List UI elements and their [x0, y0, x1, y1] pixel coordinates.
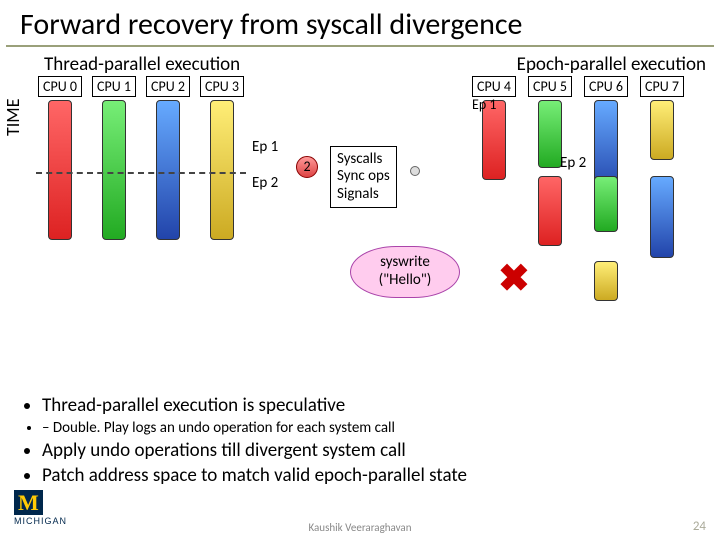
footer-author: Kaushik Veeraraghavan — [0, 521, 720, 534]
cpu7: CPU 7 — [640, 76, 684, 97]
slide-title: Forward recovery from syscall divergence — [6, 0, 714, 47]
bar — [210, 100, 234, 240]
bullet-1: Thread-parallel execution is speculative — [42, 394, 467, 417]
cpu5: CPU 5 — [528, 76, 572, 97]
bar — [594, 261, 618, 301]
bullet-3: Patch address space to match valid epoch… — [42, 464, 467, 487]
event-circle: 2 — [296, 156, 318, 178]
epoch-divider — [36, 172, 246, 174]
cpu2: CPU 2 — [146, 76, 190, 97]
bar — [48, 100, 72, 240]
sig-l1: Syscalls — [337, 151, 390, 168]
diagram: TIME CPU 0 CPU 1 CPU 2 CPU 3 CPU 4 CPU 5… — [0, 76, 720, 356]
section-labels: Thread-parallel execution Epoch-parallel… — [0, 53, 720, 76]
dot-icon — [410, 166, 420, 176]
section-right: Epoch-parallel execution — [517, 53, 706, 76]
logo-m: M — [14, 490, 43, 515]
bar — [538, 100, 562, 168]
bar — [538, 176, 562, 246]
ep1r: Ep 1 — [472, 96, 496, 113]
bar — [650, 100, 674, 160]
bullet-2: Apply undo operations till divergent sys… — [42, 439, 467, 462]
bar — [156, 100, 180, 240]
sig-l3: Signals — [337, 186, 390, 203]
cpu6: CPU 6 — [584, 76, 628, 97]
bar — [650, 176, 674, 258]
cpu4: CPU 4 — [472, 76, 516, 97]
bar — [102, 100, 126, 240]
cpu1: CPU 1 — [92, 76, 136, 97]
syswrite-cloud: syswrite ("Hello") — [350, 246, 460, 298]
cross-icon: ✖ — [498, 256, 530, 302]
cpu0: CPU 0 — [38, 76, 82, 97]
cloud-l1: syswrite — [351, 253, 459, 271]
ep1-label: Ep 1 — [252, 138, 278, 156]
ep2-label: Ep 2 — [252, 174, 278, 192]
signals-box: Syscalls Sync ops Signals — [330, 146, 397, 208]
page-number: 24 — [693, 519, 706, 534]
time-axis-label: TIME — [2, 99, 24, 137]
sig-l2: Sync ops — [337, 168, 390, 185]
section-left: Thread-parallel execution — [44, 53, 240, 76]
ep2r-label: Ep 2 — [560, 154, 586, 172]
bullet-list: Thread-parallel execution is speculative… — [24, 394, 467, 489]
bar — [594, 176, 618, 232]
bullet-1a: – Double. Play logs an undo operation fo… — [42, 419, 467, 437]
cloud-l2: ("Hello") — [351, 271, 459, 289]
cpu3: CPU 3 — [200, 76, 244, 97]
